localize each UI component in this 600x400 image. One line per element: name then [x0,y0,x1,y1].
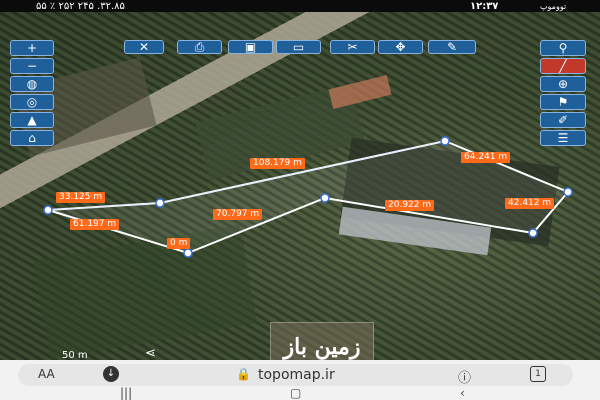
edit-icon: ✐ [557,113,569,127]
info-icon[interactable]: ⓘ [458,367,471,386]
lock-icon: 🔒 [236,367,251,381]
segment-length-label: 42.412 m [505,198,555,209]
zoom-out-icon: − [26,59,38,73]
vertex-handle [320,193,330,203]
menu-button[interactable]: ☰ [540,130,586,146]
cut-button[interactable]: ✂ [330,40,375,54]
globe-icon: ◍ [26,77,38,91]
segment-length-label: 108.179 m [250,158,305,169]
vertex-handle [43,205,53,215]
segment-length-label: 64.241 m [461,152,511,163]
browser-bar: AA ↓ 🔒 topomap.ir ⓘ 1 ⋖ ||| ▢ ‹ [0,346,600,400]
segment-length-label: 0 m [167,238,191,249]
download-icon[interactable]: ↓ [103,366,119,382]
move-button[interactable]: ✥ [378,40,423,54]
open-button[interactable]: ▭ [276,40,321,54]
home-icon: ⌂ [28,131,36,145]
layers-icon: ◎ [26,95,38,109]
vertex-handle [563,187,573,197]
share-icon[interactable]: ⋖ [145,346,156,361]
pen-icon: ✎ [446,40,458,54]
status-left-text: ۵۵ ٪ ۲۵۲ ۲۴۵ .۳۲.۸۵ [36,1,125,12]
save-icon: ▣ [244,40,257,54]
vertex-handle [528,228,538,238]
print-icon: ⎙ [194,39,205,54]
segment-length-label: 33.125 m [56,192,106,203]
address-bar[interactable]: AA ↓ 🔒 topomap.ir ⓘ 1 [18,364,573,386]
vertex-handle [440,136,450,146]
nav-recent-icon[interactable]: ‹ [460,386,465,400]
home-button[interactable]: ⌂ [10,130,54,146]
segment-length-label: 61.197 m [70,219,120,230]
nav-home-icon[interactable]: ▢ [290,386,301,400]
zoom-out-button[interactable]: − [10,58,54,74]
map-type-button[interactable]: ⊕ [540,76,586,92]
close-icon: ✕ [138,40,150,54]
status-time: ۱۲:۳۷ [470,1,499,12]
search-button[interactable]: ⚲ [540,40,586,56]
location-button[interactable]: ⚑ [540,94,586,110]
measure-line-button[interactable]: ╱ [540,58,586,74]
location-icon: ⚑ [557,95,569,109]
app-title: تووموپ [540,2,567,11]
satellite-map[interactable]: 108.179 m 64.241 m 33.125 m 61.197 m 70.… [0,12,600,370]
measured-polygon [43,136,573,258]
globe-button[interactable]: ◍ [10,76,54,92]
close-button[interactable]: ✕ [124,40,164,54]
globe-icon: ⊕ [557,77,569,91]
text-size-button[interactable]: AA [38,367,55,381]
vertex-handle [155,198,165,208]
tabs-button[interactable]: 1 [530,366,546,382]
segment-length-label: 20.922 m [385,200,435,211]
watermark-text: زمین باز [283,334,361,360]
search-icon: ⚲ [558,41,568,55]
save-button[interactable]: ▣ [228,40,273,54]
draw-button[interactable]: ✎ [428,40,476,54]
zoom-in-icon: + [26,41,38,55]
folder-icon: ▭ [292,40,305,54]
terrain-icon: ▲ [27,113,37,127]
url-text[interactable]: topomap.ir [258,367,335,383]
vertex-handle [183,248,193,258]
layers-button[interactable]: ◎ [10,94,54,110]
list-icon: ☰ [557,131,569,145]
edit-button[interactable]: ✐ [540,112,586,128]
print-button[interactable]: ⎙ [177,40,222,54]
terrain-button[interactable]: ▲ [10,112,54,128]
draw-line-icon: ╱ [559,59,567,73]
nav-back-icon[interactable]: ||| [120,386,132,400]
zoom-in-button[interactable]: + [10,40,54,56]
cut-icon: ✂ [347,40,358,54]
move-icon: ✥ [395,40,406,54]
segment-length-label: 70.797 m [213,209,263,220]
